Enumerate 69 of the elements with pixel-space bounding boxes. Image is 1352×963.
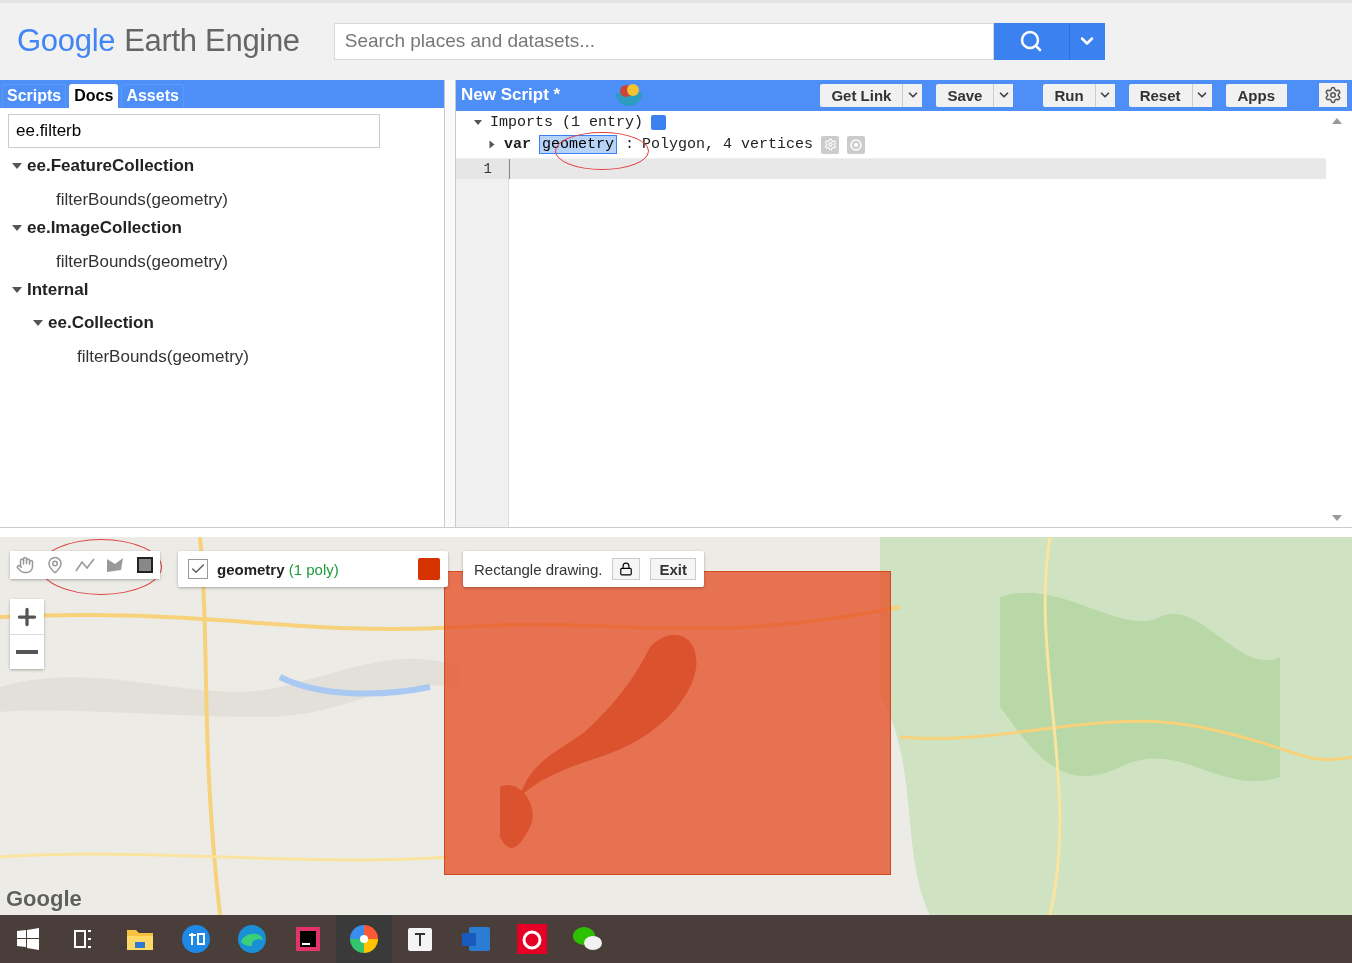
variable-name[interactable]: geometry (539, 135, 618, 155)
doc-class[interactable]: ee.FeatureCollection (27, 156, 195, 177)
toolbar-button[interactable]: Reset (1128, 83, 1192, 107)
doc-class[interactable]: ee.Collection (48, 313, 154, 334)
search-dropdown-button[interactable] (1068, 22, 1105, 60)
filter-field[interactable]: ee.filterb (8, 113, 380, 148)
expand-caret-icon[interactable] (33, 320, 43, 327)
dropdown-button[interactable] (1094, 83, 1115, 107)
rectangle-icon (137, 557, 153, 574)
toolbar-button[interactable]: Get Link (820, 83, 903, 107)
ide-icon (294, 925, 322, 953)
doc-class[interactable]: Internal (27, 280, 89, 301)
document-icon[interactable] (651, 115, 667, 131)
expand-caret-icon[interactable] (12, 287, 22, 294)
toolbar-button[interactable]: Save (936, 83, 994, 107)
expand-caret-icon[interactable] (12, 225, 22, 232)
scroll-down-icon[interactable] (1332, 515, 1342, 522)
dropdown-button[interactable] (902, 83, 923, 107)
search-field[interactable]: Search places and datasets... (333, 22, 994, 60)
document-icon (406, 925, 434, 953)
search-button[interactable] (993, 22, 1069, 60)
expand-caret-icon[interactable] (474, 120, 482, 126)
variable-value: Polygon, 4 vertices (642, 136, 814, 154)
taskbar-app[interactable] (336, 915, 392, 963)
separator: : (625, 136, 635, 154)
var-keyword: var (504, 136, 531, 154)
exit-button[interactable]: Exit (650, 558, 696, 581)
minus-icon (16, 650, 38, 655)
map-logo: Google (6, 886, 82, 912)
zoom-in-button[interactable] (10, 599, 44, 635)
settings-icon (1324, 86, 1342, 105)
toolbar-button[interactable]: Run (1043, 83, 1095, 107)
layer-checkbox[interactable] (188, 559, 208, 580)
scroll-up-icon[interactable] (1332, 117, 1342, 124)
lock-icon (619, 562, 634, 577)
browser-icon (237, 924, 267, 954)
app-icon (182, 925, 210, 953)
pinwheel-icon (349, 924, 379, 954)
lock-button[interactable] (612, 558, 641, 581)
folder-icon (126, 927, 154, 951)
hand-icon (16, 556, 34, 575)
expand-caret-icon[interactable] (12, 163, 22, 170)
panel-tab[interactable]: Docs (69, 83, 119, 108)
color-swatch[interactable] (418, 558, 440, 581)
layer-name[interactable]: geometry (1 poly) (217, 560, 409, 578)
drawing-tool[interactable] (130, 551, 160, 580)
dropdown-button[interactable] (993, 83, 1014, 107)
toolbar-button[interactable]: Apps (1225, 83, 1287, 107)
zoom-out-button[interactable] (10, 634, 44, 670)
script-title: New Script * (461, 85, 561, 106)
polygon-icon (106, 557, 124, 574)
doc-function[interactable]: filterBounds(geometry) (33, 184, 444, 214)
imports-label[interactable]: Imports (1 entry) (490, 114, 644, 132)
expand-caret-icon[interactable] (489, 140, 495, 149)
chat-icon (572, 925, 604, 953)
settings-button[interactable] (1319, 83, 1347, 108)
windows-icon (17, 928, 39, 950)
doc-class[interactable]: ee.ImageCollection (27, 218, 182, 239)
drawing-message: Rectangle drawing. (474, 560, 603, 578)
search-icon (1019, 29, 1044, 54)
dropdown-button[interactable] (1191, 83, 1212, 107)
bowl-icon (614, 83, 645, 108)
marker-icon (46, 556, 64, 575)
doc-function[interactable]: filterBounds(geometry) (33, 246, 444, 276)
doc-function[interactable]: filterBounds(geometry) (54, 341, 444, 371)
line-number: 1 (456, 158, 508, 179)
logo-product: Earth Engine (124, 23, 300, 60)
line-icon (75, 557, 95, 574)
logo-brand: Google (17, 23, 116, 60)
